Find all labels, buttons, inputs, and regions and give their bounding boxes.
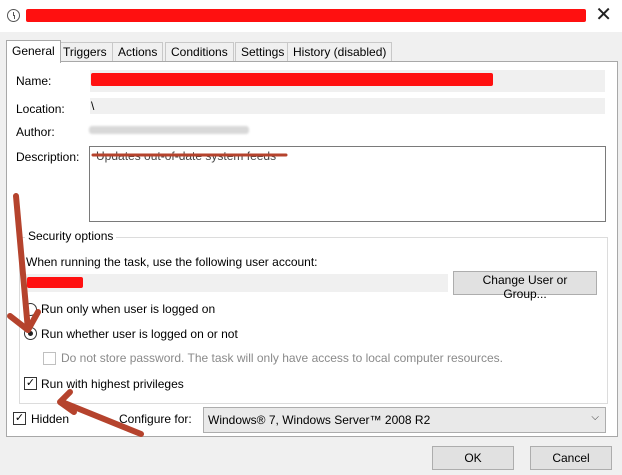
security-options-label: Security options <box>25 229 117 243</box>
redacted-user-account <box>27 277 83 288</box>
description-value: Updates out-of-date system feeds <box>96 149 277 163</box>
highest-privileges-checkbox[interactable]: ✓ <box>24 377 37 390</box>
user-account-field <box>26 274 448 292</box>
radio-logged-on[interactable] <box>24 303 37 316</box>
close-icon[interactable]: ✕ <box>595 2 612 27</box>
task-properties-window: ✕ General Triggers Actions Conditions Se… <box>0 0 622 475</box>
configure-for-value: Windows® 7, Windows Server™ 2008 R2 <box>208 413 431 427</box>
clock-icon <box>7 9 20 22</box>
hidden-label[interactable]: Hidden <box>31 412 69 426</box>
author-label: Author: <box>16 125 55 139</box>
description-field[interactable]: Updates out-of-date system feeds <box>89 146 606 222</box>
ok-button[interactable]: OK <box>432 446 514 470</box>
location-value: \ <box>91 99 95 113</box>
location-field <box>90 98 605 114</box>
radio-selected-dot <box>28 331 33 336</box>
account-prompt: When running the task, use the following… <box>26 255 318 269</box>
general-panel: Name: Location: \ Author: Description: U… <box>6 61 618 437</box>
radio-whether-logged-on[interactable] <box>24 327 37 340</box>
cancel-button[interactable]: Cancel <box>530 446 612 470</box>
tab-conditions[interactable]: Conditions <box>165 42 234 62</box>
tab-history[interactable]: History (disabled) <box>287 42 393 62</box>
do-not-store-label: Do not store password. The task will onl… <box>61 351 503 365</box>
radio-whether-logged-on-label[interactable]: Run whether user is logged on or not <box>41 327 238 341</box>
configure-for-dropdown[interactable]: Windows® 7, Windows Server™ 2008 R2 ⌵ <box>203 407 606 433</box>
tab-settings[interactable]: Settings <box>235 42 291 62</box>
configure-for-label: Configure for: <box>119 412 192 426</box>
title-bar: ✕ <box>0 0 622 32</box>
tab-triggers[interactable]: Triggers <box>57 42 113 62</box>
do-not-store-checkbox <box>43 352 56 365</box>
redacted-author <box>89 126 249 134</box>
radio-logged-on-label[interactable]: Run only when user is logged on <box>41 302 215 316</box>
chevron-down-icon: ⌵ <box>591 412 599 423</box>
name-label: Name: <box>16 74 52 88</box>
location-label: Location: <box>16 102 65 116</box>
tab-actions[interactable]: Actions <box>112 42 164 62</box>
change-user-button[interactable]: Change User or Group... <box>453 271 597 301</box>
redacted-window-title <box>26 9 586 22</box>
highest-privileges-label[interactable]: Run with highest privileges <box>41 377 184 391</box>
description-label: Description: <box>16 150 80 164</box>
tab-general[interactable]: General <box>6 40 61 63</box>
hidden-checkbox[interactable]: ✓ <box>13 412 26 425</box>
redacted-task-name <box>91 73 493 86</box>
